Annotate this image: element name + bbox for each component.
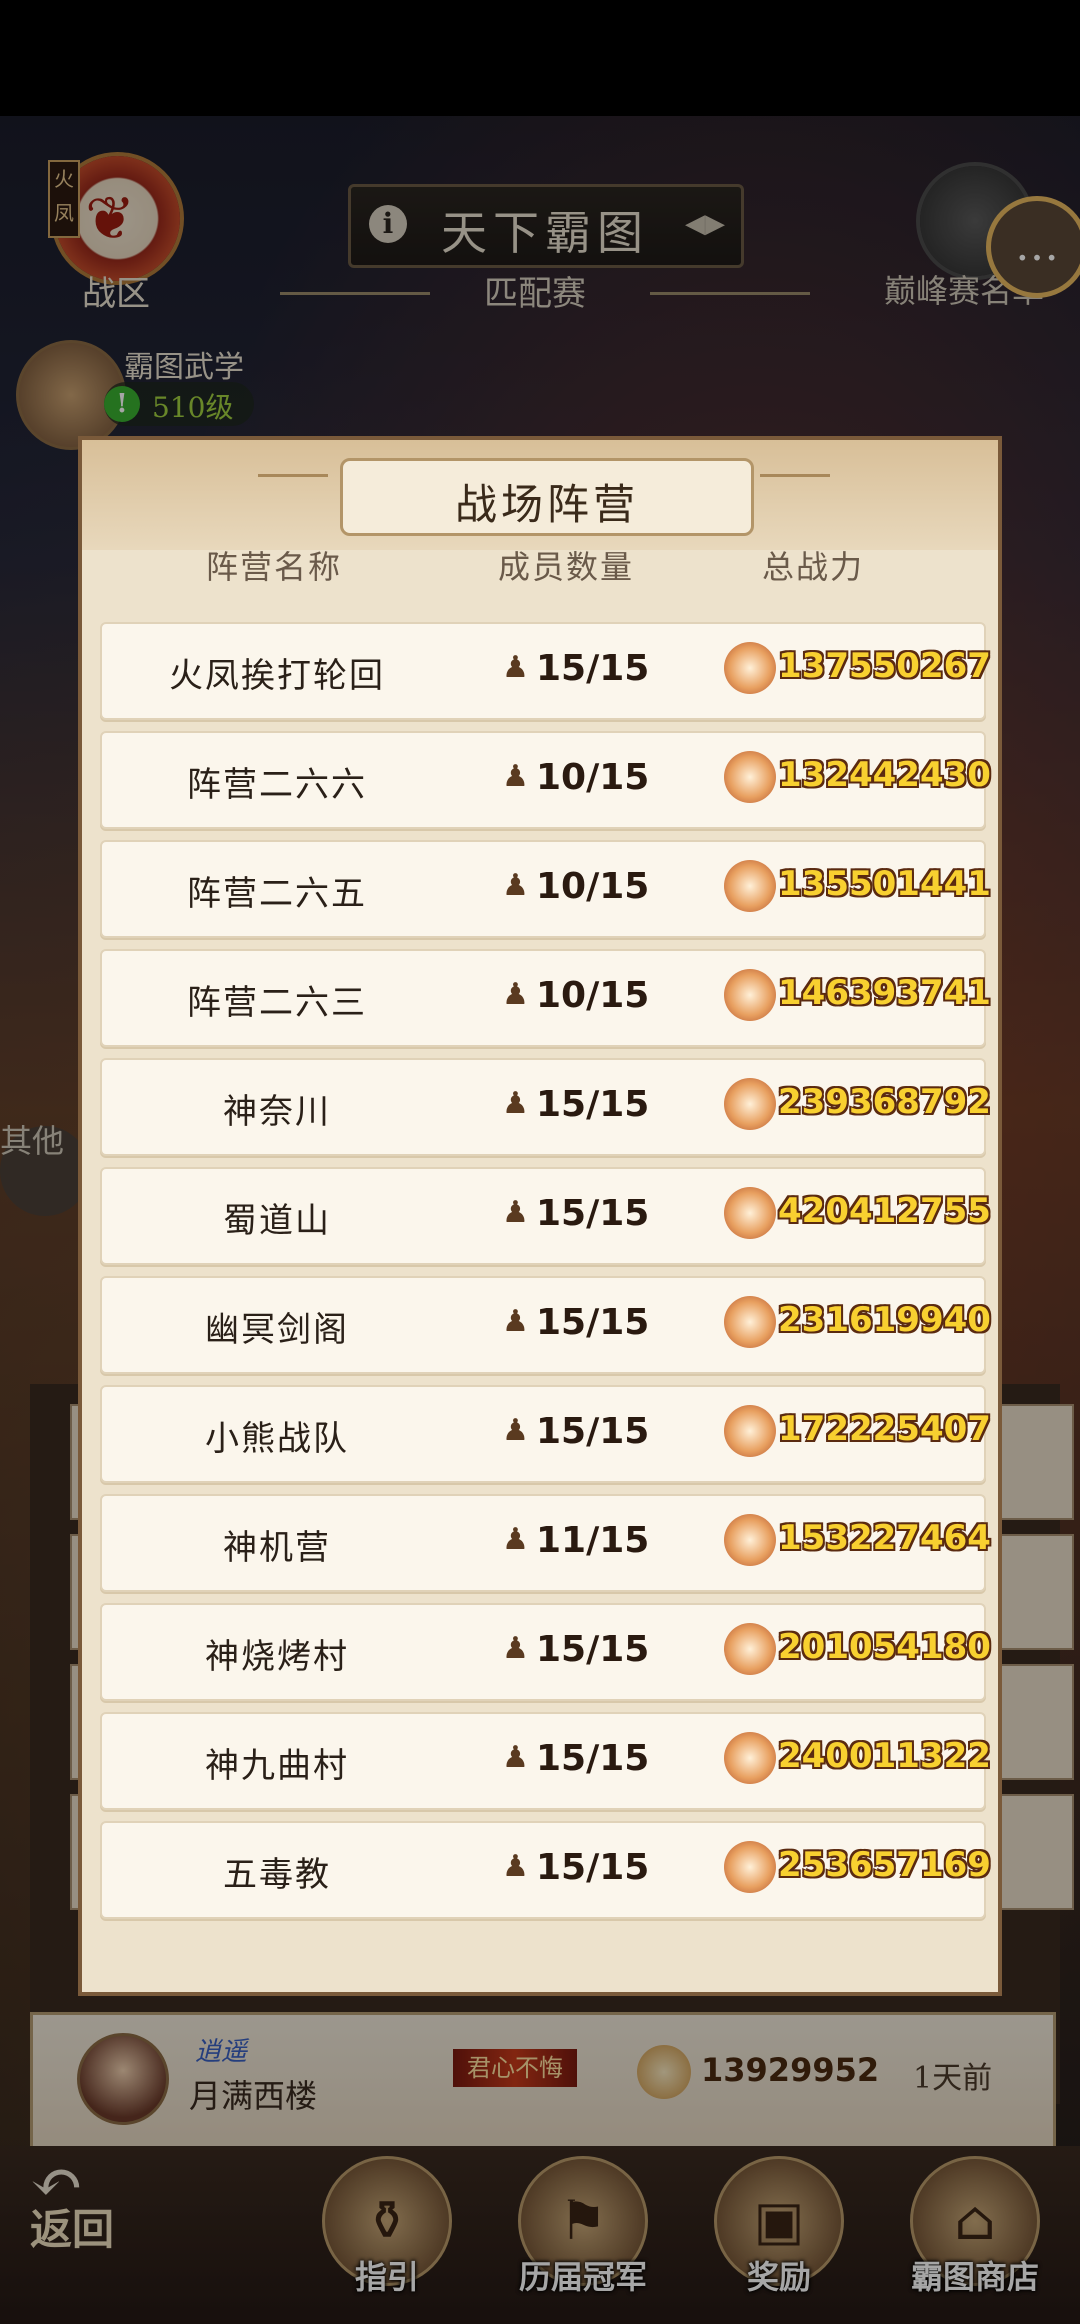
power-icon xyxy=(724,1514,776,1566)
camp-power: 172225407 xyxy=(778,1409,991,1449)
camp-power: 253657169 xyxy=(778,1845,991,1885)
camp-power: 201054180 xyxy=(778,1627,991,1667)
power-icon xyxy=(724,860,776,912)
camp-power: 420412755 xyxy=(778,1191,991,1231)
member-icon: ♟ xyxy=(502,759,529,794)
dialog-title-plate: 战场阵营 xyxy=(340,458,754,536)
table-row[interactable]: 小熊战队 ♟ 15/15 172225407 xyxy=(100,1385,991,1483)
camp-members: 10/15 xyxy=(536,975,650,1016)
member-icon: ♟ xyxy=(502,1522,529,1557)
table-row[interactable]: 神机营 ♟ 11/15 153227464 xyxy=(100,1494,991,1592)
camp-name: 阵营二六五 xyxy=(187,874,367,914)
member-icon: ♟ xyxy=(502,1195,529,1230)
camp-members: 10/15 xyxy=(536,757,650,798)
camp-members: 15/15 xyxy=(536,1629,650,1670)
camp-power: 153227464 xyxy=(778,1518,991,1558)
table-row[interactable]: 火凤挨打轮回 ♟ 15/15 137550267 xyxy=(100,622,991,720)
member-icon: ♟ xyxy=(502,1631,529,1666)
camp-members: 15/15 xyxy=(536,1084,650,1125)
title-ornament xyxy=(760,474,830,477)
member-icon: ♟ xyxy=(502,977,529,1012)
camp-power: 135501441 xyxy=(778,864,991,904)
camp-members: 10/15 xyxy=(536,866,650,907)
dialog-title: 战场阵营 xyxy=(454,480,639,529)
member-icon: ♟ xyxy=(502,1849,529,1884)
table-row[interactable]: 阵营二六三 ♟ 10/15 146393741 xyxy=(100,949,991,1047)
camp-members: 11/15 xyxy=(536,1520,650,1561)
camp-power: 132442430 xyxy=(778,755,991,795)
table-row[interactable]: 神烧烤村 ♟ 15/15 201054180 xyxy=(100,1603,991,1701)
power-icon xyxy=(724,1841,776,1893)
camp-power: 146393741 xyxy=(778,973,991,1013)
table-row[interactable]: 神奈川 ♟ 15/15 239368792 xyxy=(100,1058,991,1156)
game-scene: ❦ 火凤 战区 i 天下霸图 ◀▶ 匹配赛 巅峰赛名单 … 霸图武学 ! 510… xyxy=(0,116,1080,2324)
camp-name: 五毒教 xyxy=(223,1855,331,1895)
camp-name: 阵营二六三 xyxy=(187,983,367,1023)
power-icon xyxy=(724,1187,776,1239)
member-icon: ♟ xyxy=(502,868,529,903)
member-icon: ♟ xyxy=(502,650,529,685)
table-row[interactable]: 神九曲村 ♟ 15/15 240011322 xyxy=(100,1712,991,1810)
camp-members: 15/15 xyxy=(536,1193,650,1234)
camp-name: 小熊战队 xyxy=(205,1419,349,1459)
power-icon xyxy=(724,969,776,1021)
table-row[interactable]: 阵营二六六 ♟ 10/15 132442430 xyxy=(100,731,991,829)
camp-members: 15/15 xyxy=(536,1738,650,1779)
power-icon xyxy=(724,1623,776,1675)
camp-name: 幽冥剑阁 xyxy=(205,1310,349,1350)
power-icon xyxy=(724,751,776,803)
camp-members: 15/15 xyxy=(536,1411,650,1452)
camp-name: 神烧烤村 xyxy=(205,1637,349,1677)
col-header-power: 总战力 xyxy=(762,548,865,586)
member-icon: ♟ xyxy=(502,1413,529,1448)
camp-power: 239368792 xyxy=(778,1082,991,1122)
camp-name: 火凤挨打轮回 xyxy=(169,656,385,696)
power-icon xyxy=(724,642,776,694)
title-ornament xyxy=(258,474,328,477)
camp-members: 15/15 xyxy=(536,648,650,689)
camp-members: 15/15 xyxy=(536,1847,650,1888)
member-icon: ♟ xyxy=(502,1740,529,1775)
camp-name: 神机营 xyxy=(223,1528,331,1568)
table-row[interactable]: 蜀道山 ♟ 15/15 420412755 xyxy=(100,1167,991,1265)
camp-name: 阵营二六六 xyxy=(187,765,367,805)
camp-power: 137550267 xyxy=(778,646,991,686)
camp-power: 231619940 xyxy=(778,1300,991,1340)
power-icon xyxy=(724,1078,776,1130)
table-header: 阵营名称 成员数量 总战力 xyxy=(82,536,998,596)
power-icon xyxy=(724,1732,776,1784)
camp-name: 神九曲村 xyxy=(205,1746,349,1786)
member-icon: ♟ xyxy=(502,1086,529,1121)
table-row[interactable]: 五毒教 ♟ 15/15 253657169 xyxy=(100,1821,991,1919)
col-header-members: 成员数量 xyxy=(498,548,635,586)
member-icon: ♟ xyxy=(502,1304,529,1339)
table-row[interactable]: 幽冥剑阁 ♟ 15/15 231619940 xyxy=(100,1276,991,1374)
camp-dialog: 战场阵营 阵营名称 成员数量 总战力 火凤挨打轮回 ♟ 15/15 137550267… xyxy=(78,436,1002,1996)
camp-members: 15/15 xyxy=(536,1302,650,1343)
col-header-name: 阵营名称 xyxy=(206,548,343,586)
power-icon xyxy=(724,1296,776,1348)
camp-power: 240011322 xyxy=(778,1736,991,1776)
power-icon xyxy=(724,1405,776,1457)
camp-name: 神奈川 xyxy=(223,1092,331,1132)
table-row[interactable]: 阵营二六五 ♟ 10/15 135501441 xyxy=(100,840,991,938)
camp-name: 蜀道山 xyxy=(223,1201,331,1241)
